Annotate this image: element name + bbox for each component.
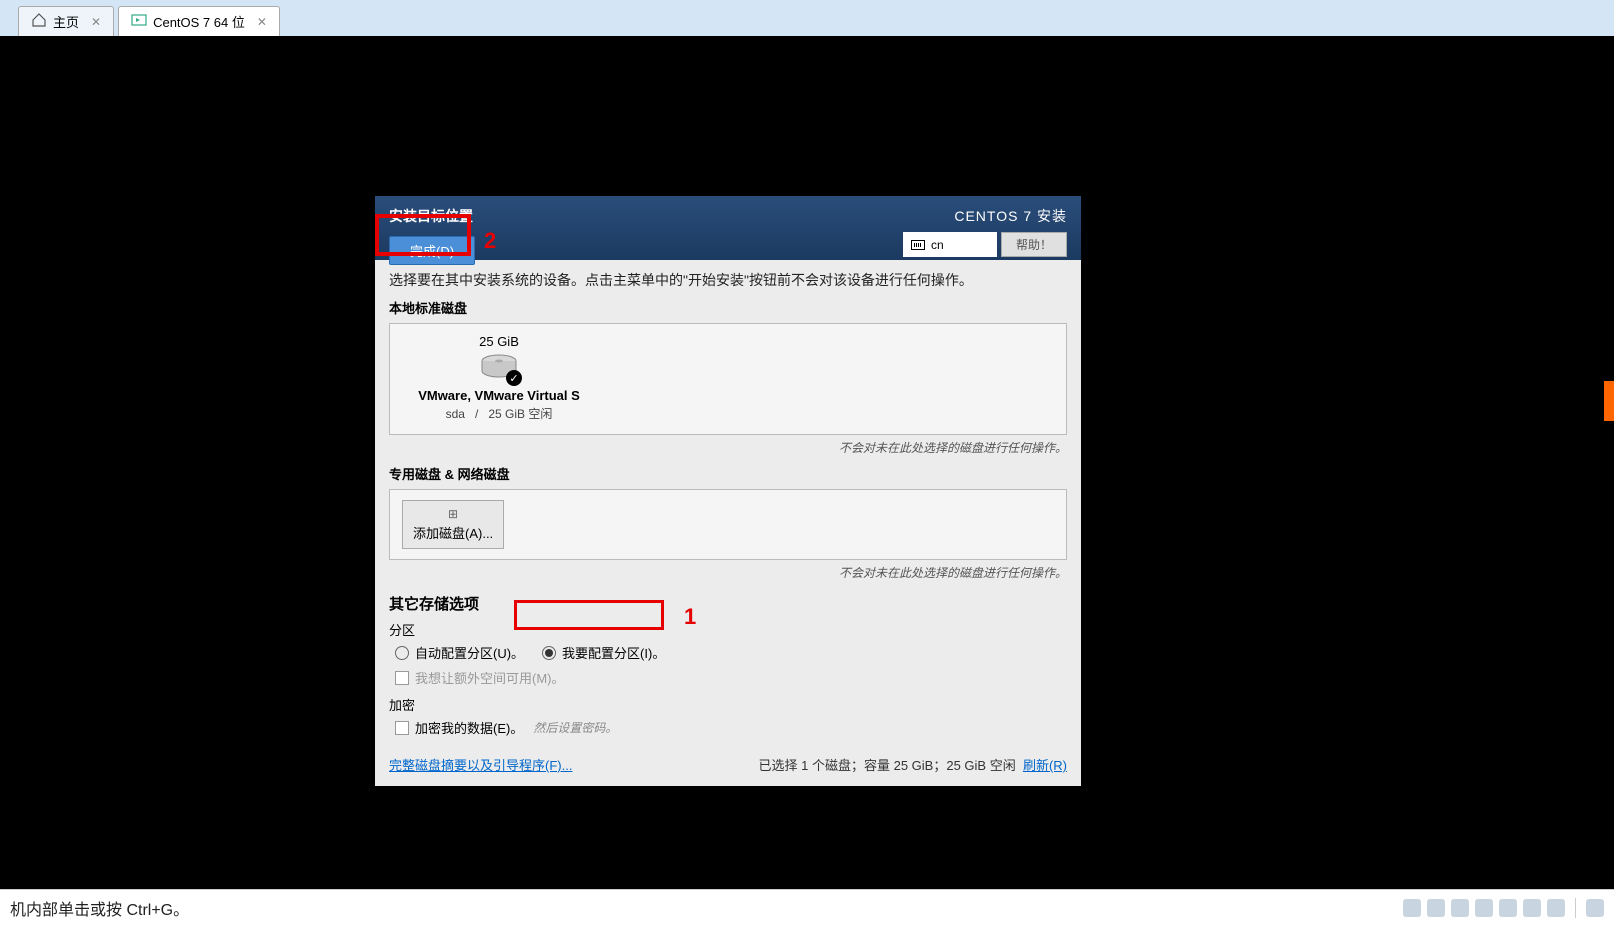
status-bar: 机内部单击或按 Ctrl+G。 — [0, 889, 1614, 925]
check-icon: ✓ — [506, 370, 522, 386]
checkbox-icon — [395, 721, 409, 735]
tab-home-label: 主页 — [53, 12, 79, 31]
status-text: 机内部单击或按 Ctrl+G。 — [10, 896, 189, 920]
brand-label: CENTOS 7 安装 — [954, 206, 1067, 226]
hint-text: 不会对未在此处选择的磁盘进行任何操作。 — [389, 439, 1067, 456]
footer-row: 完整磁盘摘要以及引导程序(F)... 已选择 1 个磁盘；容量 25 GiB；2… — [389, 755, 1067, 774]
radio-icon — [395, 646, 409, 660]
home-icon — [31, 12, 47, 31]
encrypt-hint: 然后设置密码。 — [533, 719, 617, 736]
checkbox-extra-label: 我想让额外空间可用(M)。 — [415, 668, 565, 687]
radio-icon — [542, 646, 556, 660]
storage-options: 其它存储选项 分区 自动配置分区(U)。 我要配置分区(I)。 我想让额外空间可… — [389, 593, 1067, 737]
radio-manual-label: 我要配置分区(I)。 — [562, 643, 665, 662]
storage-options-title: 其它存储选项 — [389, 593, 1067, 614]
checkbox-icon — [395, 671, 409, 685]
tray-icon[interactable] — [1427, 899, 1445, 917]
add-disk-button[interactable]: ⊞ 添加磁盘(A)... — [402, 500, 504, 549]
separator — [1575, 898, 1576, 918]
disk-detail: sda / 25 GiB 空闲 — [446, 405, 553, 422]
radio-auto-label: 自动配置分区(U)。 — [415, 643, 524, 662]
hint-text: 不会对未在此处选择的磁盘进行任何操作。 — [389, 564, 1067, 581]
tray-icon[interactable] — [1403, 899, 1421, 917]
summary-text: 已选择 1 个磁盘；容量 25 GiB；25 GiB 空闲 — [759, 758, 1016, 773]
tray-icons — [1403, 898, 1604, 918]
disk-item[interactable]: 25 GiB ✓ VMware, VMware Virtual S sda / — [404, 334, 594, 422]
radio-manual-partition[interactable]: 我要配置分区(I)。 — [542, 643, 665, 662]
local-disks-label: 本地标准磁盘 — [389, 298, 1067, 317]
local-disk-panel: 25 GiB ✓ VMware, VMware Virtual S sda / — [389, 323, 1067, 435]
plus-icon: ⊞ — [448, 507, 458, 521]
vm-icon — [131, 12, 147, 31]
checkbox-encrypt[interactable]: 加密我的数据(E)。 然后设置密码。 — [395, 718, 1067, 737]
tab-vm-label: CentOS 7 64 位 — [153, 12, 245, 31]
tray-icon[interactable] — [1475, 899, 1493, 917]
help-button[interactable]: 帮助！ — [1001, 232, 1067, 257]
checkbox-encrypt-label: 加密我的数据(E)。 — [415, 718, 523, 737]
special-disks-label: 专用磁盘 & 网络磁盘 — [389, 464, 1067, 483]
lang-code: cn — [931, 238, 944, 252]
annotation-number: 2 — [484, 228, 496, 254]
partition-label: 分区 — [389, 620, 1067, 639]
done-button[interactable]: 完成(D) — [389, 236, 475, 265]
installer-body: 选择要在其中安装系统的设备。点击主菜单中的"开始安装"按钮前不会对该设备进行任何… — [375, 260, 1081, 786]
radio-auto-partition[interactable]: 自动配置分区(U)。 — [395, 643, 524, 662]
side-tab[interactable] — [1604, 381, 1614, 421]
checkbox-extra-space: 我想让额外空间可用(M)。 — [395, 668, 1067, 687]
tab-home[interactable]: 主页 ✕ — [18, 6, 114, 36]
disk-name: VMware, VMware Virtual S — [418, 388, 580, 403]
hard-disk-icon: ✓ — [480, 353, 518, 384]
add-disk-label: 添加磁盘(A)... — [413, 523, 493, 542]
keyboard-layout-indicator[interactable]: cn — [903, 232, 997, 257]
disk-size: 25 GiB — [479, 334, 519, 349]
tray-icon[interactable] — [1586, 899, 1604, 917]
tray-icon[interactable] — [1523, 899, 1541, 917]
tray-icon[interactable] — [1451, 899, 1469, 917]
encrypt-label: 加密 — [389, 695, 1067, 714]
tray-icon[interactable] — [1547, 899, 1565, 917]
tabs-bar: 主页 ✕ CentOS 7 64 位 ✕ — [0, 0, 1614, 36]
installer-window: 安装目标位置 完成(D) CENTOS 7 安装 cn 帮助！ 选择要在其中安装… — [375, 196, 1081, 786]
refresh-link[interactable]: 刷新(R) — [1023, 758, 1067, 773]
close-icon[interactable]: ✕ — [257, 15, 267, 29]
full-summary-link[interactable]: 完整磁盘摘要以及引导程序(F)... — [389, 755, 572, 774]
instruction-text: 选择要在其中安装系统的设备。点击主菜单中的"开始安装"按钮前不会对该设备进行任何… — [389, 270, 1067, 290]
tab-vm[interactable]: CentOS 7 64 位 ✕ — [118, 6, 280, 36]
special-disk-panel: ⊞ 添加磁盘(A)... — [389, 489, 1067, 560]
keyboard-icon — [911, 240, 925, 250]
vm-display[interactable]: 安装目标位置 完成(D) CENTOS 7 安装 cn 帮助！ 选择要在其中安装… — [0, 36, 1614, 889]
installer-header: 安装目标位置 完成(D) CENTOS 7 安装 cn 帮助！ — [375, 196, 1081, 260]
annotation-number: 1 — [684, 604, 696, 630]
page-title: 安装目标位置 — [389, 206, 475, 226]
tray-icon[interactable] — [1499, 899, 1517, 917]
close-icon[interactable]: ✕ — [91, 15, 101, 29]
